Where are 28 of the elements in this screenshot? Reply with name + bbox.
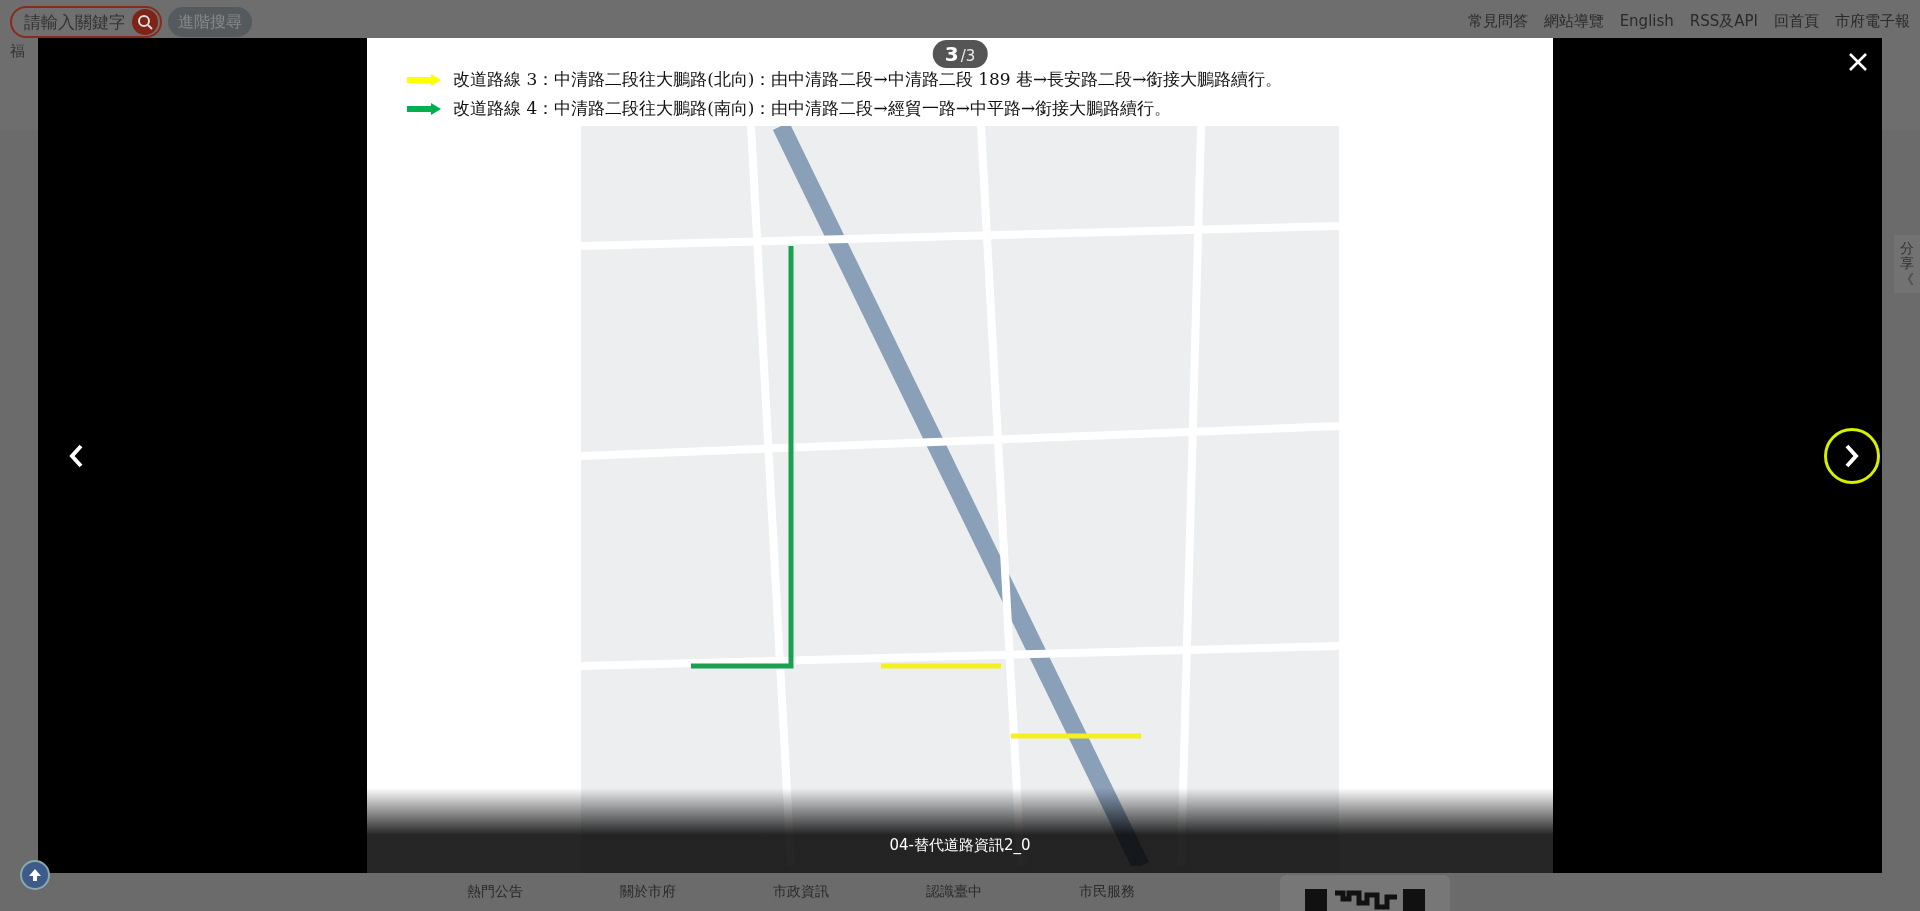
chevron-text: 《: [1900, 271, 1914, 288]
chevron-right-icon: [1844, 443, 1860, 468]
share-tab[interactable]: 分享 《: [1894, 235, 1920, 294]
arrow-up-icon: [27, 867, 43, 883]
close-icon: [1848, 52, 1868, 72]
header-link[interactable]: English: [1619, 12, 1674, 30]
footer-link[interactable]: 熱門公告: [467, 883, 620, 901]
current-slide: 3: [944, 42, 959, 66]
caption-text: 04-替代道路資訊2_0: [889, 836, 1031, 855]
menu-text: 福: [10, 42, 26, 61]
next-button[interactable]: [1824, 427, 1880, 484]
legend-text: 改道路線 4：中清路二段往大鵬路(南向)：由中清路二段→經貿一路→中平路→銜接大鵬路續行。: [453, 97, 1172, 120]
legend-text: 改道路線 3：中清路二段往大鵬路(北向)：由中清路二段→中清路二段 189 巷→長安路二段→銜接大鵬路續行。: [453, 68, 1283, 91]
footer-link[interactable]: 市民服務: [1079, 883, 1232, 901]
header-link[interactable]: RSS及API: [1689, 11, 1758, 31]
share-label: 分享: [1900, 241, 1914, 272]
header-link[interactable]: 網站導覽: [1543, 11, 1604, 31]
footer-link[interactable]: 關於市府: [620, 883, 773, 901]
back-to-top-button[interactable]: [20, 860, 50, 890]
total-slides: /3: [960, 47, 976, 65]
header-link[interactable]: 回首頁: [1774, 11, 1819, 31]
header-link[interactable]: 市府電子報: [1835, 11, 1910, 31]
search-icon: [137, 14, 153, 30]
footer-link[interactable]: 市政資訊: [773, 883, 926, 901]
chevron-left-icon: [68, 443, 84, 468]
footer-link[interactable]: 認識臺中: [926, 883, 1079, 901]
search-button[interactable]: [132, 9, 158, 35]
header-link[interactable]: 常見問答: [1467, 11, 1528, 31]
